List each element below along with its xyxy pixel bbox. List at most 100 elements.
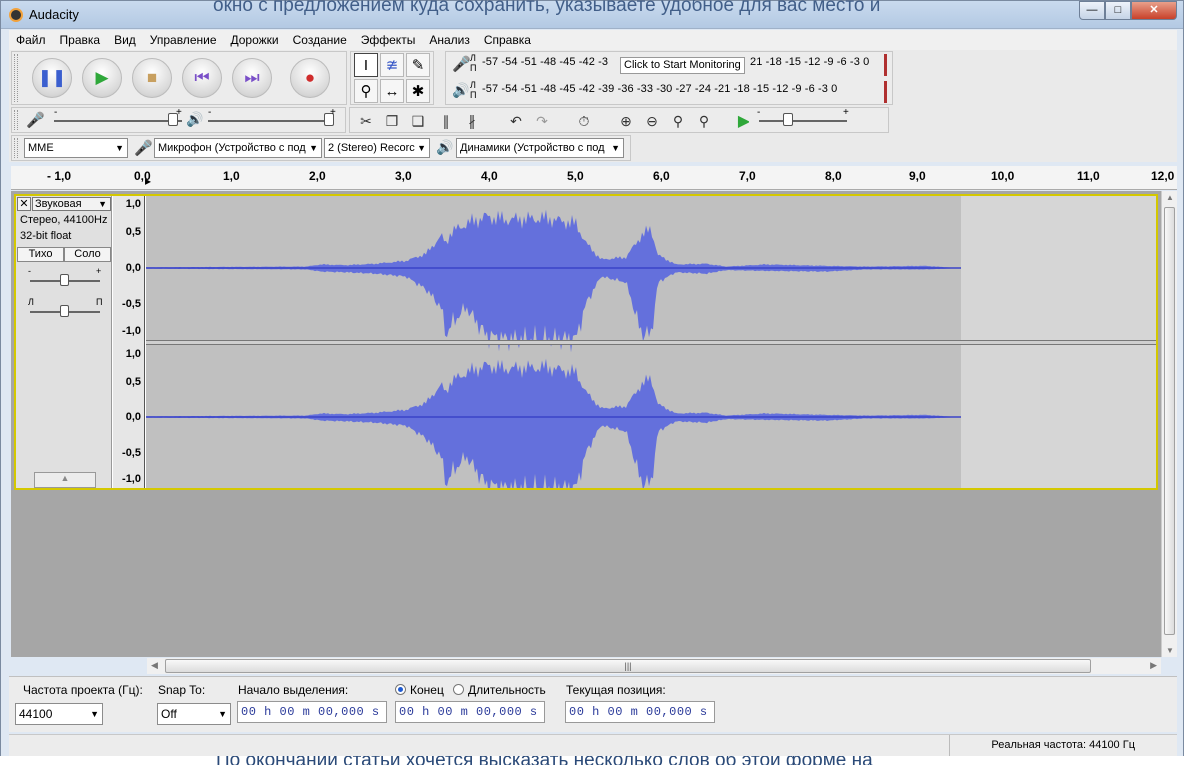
pan-right-label: П (96, 297, 103, 307)
window-title: Audacity (29, 7, 79, 22)
undo-button[interactable]: ↶ (504, 110, 528, 132)
play-meter[interactable]: 🔊 Л П -57 -54 -51 -48 -45 -42 -39 -36 -3… (446, 79, 894, 104)
time-shift-tool-button[interactable]: ↔ (380, 79, 404, 103)
project-rate-select[interactable]: 44100 ▼ (15, 703, 103, 725)
snap-to-select[interactable]: Off ▼ (157, 703, 231, 725)
monitor-hint[interactable]: Click to Start Monitoring (620, 57, 745, 74)
audio-track[interactable]: ✕ Звуковая ▼ Стерео, 44100Hz 32-bit float… (14, 194, 1158, 490)
selection-start-label: Начало выделения: (238, 683, 349, 697)
pan-knob[interactable] (60, 305, 69, 317)
menu-edit[interactable]: Правка (53, 30, 108, 50)
vertical-scrollbar[interactable]: ▲ ▼ (1161, 191, 1177, 657)
track-bitdepth-info: 32-bit float (20, 230, 72, 242)
chevron-down-icon: ▼ (90, 709, 99, 719)
redo-button[interactable]: ↷ (530, 110, 554, 132)
pause-button[interactable]: ❚❚ (32, 58, 72, 98)
output-device-select[interactable]: Динамики (Устройство с под ▼ (456, 138, 624, 158)
copy-icon: ❐ (385, 112, 399, 129)
menu-transport[interactable]: Управление (143, 30, 224, 50)
input-device-select[interactable]: Микрофон (Устройство с под ▼ (154, 138, 322, 158)
close-icon: ✕ (19, 198, 29, 210)
play-speed-knob[interactable] (783, 113, 793, 126)
speed-min-label: - (757, 107, 761, 118)
zoom-tool-button[interactable]: ⚲ (354, 79, 378, 103)
scroll-down-icon[interactable]: ▼ (1166, 646, 1174, 655)
output-volume-slider[interactable] (208, 120, 334, 122)
trim-icon: ∥ (442, 112, 450, 129)
end-radio[interactable]: Конец (395, 683, 444, 697)
track-panel[interactable]: ✕ Звуковая ▼ Стерео, 44100Hz 32-bit float… (11, 191, 1161, 657)
audio-host-select[interactable]: MME ▼ (24, 138, 128, 158)
mute-button[interactable]: Тихо (17, 247, 64, 262)
skip-start-button[interactable]: ⏮ (182, 58, 222, 98)
play-icon: ▶ (95, 68, 109, 87)
length-radio[interactable]: Длительность (453, 683, 546, 697)
zoom-in-button[interactable]: ⊕ (614, 110, 638, 132)
chevron-down-icon: ▼ (611, 143, 620, 153)
menu-generate[interactable]: Создание (286, 30, 354, 50)
selection-tool-button[interactable]: I (354, 53, 378, 77)
stopwatch-icon: ⏱ (578, 112, 590, 129)
current-position-field[interactable]: 00 h 00 m 00,000 s (565, 701, 715, 723)
stop-button[interactable]: ■ (132, 58, 172, 98)
play-button[interactable]: ▶ (82, 58, 122, 98)
menu-tracks[interactable]: Дорожки (224, 30, 286, 50)
timeline-ruler[interactable]: - 1,0 0,0 1,0 2,0 3,0 4,0 5,0 6,0 7,0 8,… (11, 166, 1177, 190)
menu-analyze[interactable]: Анализ (422, 30, 477, 50)
play-head-icon: ▸ (145, 174, 152, 188)
input-device-value: Микрофон (Устройство с под (158, 142, 306, 154)
minimize-button[interactable]: — (1079, 1, 1105, 20)
zoom-out-button[interactable]: ⊖ (640, 110, 664, 132)
draw-tool-button[interactable]: ✎ (406, 53, 430, 77)
menu-effects[interactable]: Эффекты (354, 30, 423, 50)
scale-label: 1,0 (125, 348, 141, 360)
record-button[interactable]: ● (290, 58, 330, 98)
track-menu-button[interactable]: Звуковая ▼ (32, 197, 111, 211)
menu-file[interactable]: Файл (9, 30, 53, 50)
selection-start-field[interactable]: 00 h 00 m 00,000 s (237, 701, 387, 723)
paste-button[interactable]: ❑ (406, 110, 430, 132)
maximize-button[interactable]: □ (1105, 1, 1131, 20)
record-meter[interactable]: 🎤 Л П -57 -54 -51 -48 -45 -42 -3 Click t… (446, 52, 894, 77)
track-name: Звуковая (35, 198, 82, 210)
scale-label: 0,0 (125, 411, 141, 423)
trim-button[interactable]: ∥ (434, 110, 458, 132)
cut-button[interactable]: ✂ (354, 110, 378, 132)
ruler-tick: 10,0 (991, 169, 1015, 183)
time-shift-icon: ↔ (384, 82, 400, 100)
ruler-tick: 8,0 (825, 169, 842, 183)
selection-end-field[interactable]: 00 h 00 m 00,000 s (395, 701, 545, 723)
menu-view[interactable]: Вид (107, 30, 143, 50)
silence-button[interactable]: ∦ (460, 110, 484, 132)
scale-label: -1,0 (122, 325, 141, 337)
skip-end-button[interactable]: ⏭ (232, 58, 272, 98)
actual-rate-status: Реальная частота: 44100 Гц (991, 739, 1135, 751)
envelope-tool-button[interactable]: ≇ (380, 53, 404, 77)
paste-icon: ❑ (411, 112, 425, 129)
vertical-scroll-thumb[interactable] (1164, 207, 1175, 635)
input-volume-slider[interactable] (54, 120, 182, 122)
horizontal-scrollbar[interactable]: ◀ ||| ▶ (147, 658, 1161, 674)
selection-end-value: 00 h 00 m 00,000 s (399, 705, 538, 719)
copy-button[interactable]: ❐ (380, 110, 404, 132)
menu-help[interactable]: Справка (477, 30, 538, 50)
close-button[interactable]: ✕ (1131, 1, 1177, 20)
solo-button[interactable]: Соло (64, 247, 111, 262)
speed-max-label: + (843, 107, 849, 118)
sync-lock-button[interactable]: ⏱ (572, 110, 596, 132)
scroll-right-icon[interactable]: ▶ (1150, 660, 1157, 671)
fit-selection-button[interactable]: ⚲ (666, 110, 690, 132)
scroll-left-icon[interactable]: ◀ (151, 660, 158, 671)
multi-tool-button[interactable]: ✱ (406, 79, 430, 103)
scroll-up-icon[interactable]: ▲ (1166, 193, 1174, 202)
input-channels-select[interactable]: 2 (Stereo) Recorc ▼ (324, 138, 430, 158)
horizontal-scroll-thumb[interactable]: ||| (165, 659, 1091, 673)
collapse-track-button[interactable]: ▲ (34, 472, 96, 488)
track-close-button[interactable]: ✕ (17, 197, 31, 211)
play-speed-slider[interactable] (759, 120, 847, 122)
gain-knob[interactable] (60, 274, 69, 286)
play-channel-labels: Л П (470, 80, 477, 100)
fit-project-button[interactable]: ⚲ (692, 110, 716, 132)
ruler-tick: 4,0 (481, 169, 498, 183)
tools-toolbar: I ≇ ✎ ⚲ ↔ ✱ (350, 51, 434, 105)
